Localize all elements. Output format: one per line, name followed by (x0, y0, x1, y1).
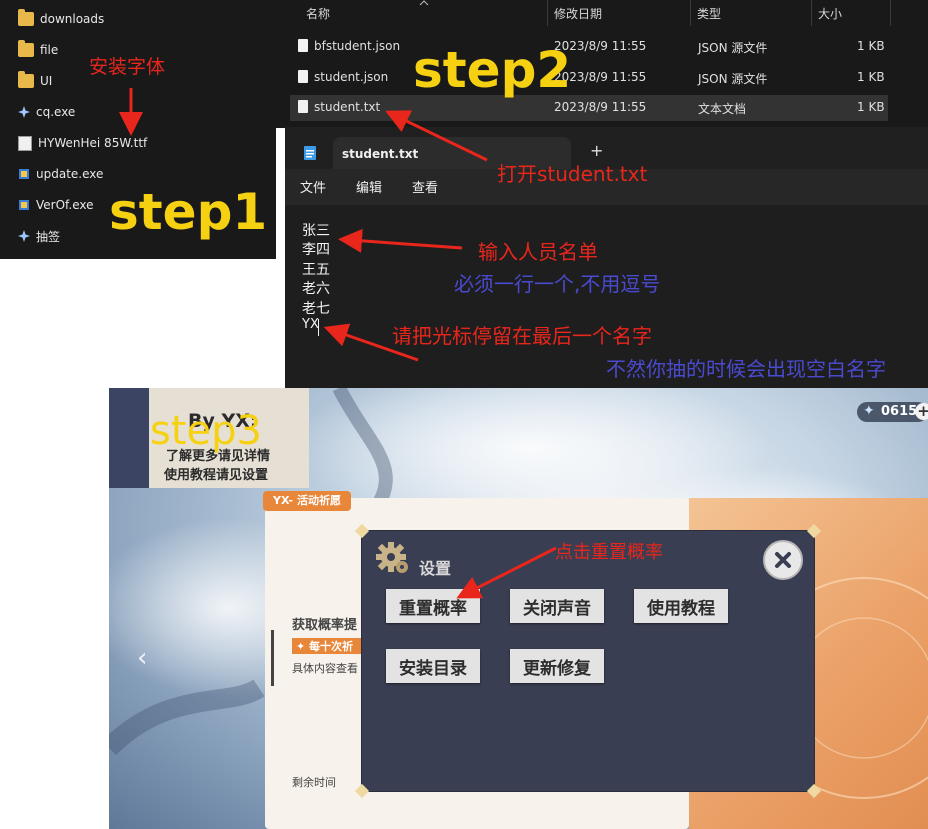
remaining-time-label: 剩余时间 (292, 776, 336, 789)
file-item-update-exe[interactable]: update.exe (18, 163, 103, 185)
file-item-cq-exe[interactable]: cq.exe (18, 101, 75, 123)
file-item-font[interactable]: HYWenHei 85W.ttf (18, 132, 147, 154)
file-item-label: UI (40, 74, 53, 88)
chevron-left-icon[interactable]: ‹ (137, 643, 147, 673)
file-size: 1 KB (857, 100, 885, 114)
settings-title: 设置 (419, 559, 452, 578)
column-header-type[interactable]: 类型 (697, 0, 721, 26)
exe-icon (18, 106, 30, 118)
file-type: 文本文档 (698, 102, 747, 116)
column-header-date[interactable]: 修改日期 (554, 0, 602, 26)
annotation-open-file: 打开student.txt (497, 162, 648, 186)
annotation-install-font: 安装字体 (89, 56, 166, 78)
annotation-enter-names: 输入人员名单 (478, 240, 598, 264)
file-item-label: 抽签 (36, 229, 61, 244)
settings-dialog: 设置 重置概率 关闭声音 使用教程 安装目录 更新修复 (354, 523, 822, 799)
file-type: JSON 源文件 (698, 72, 768, 86)
file-item-label: downloads (40, 12, 105, 26)
new-tab-plus-icon[interactable]: + (590, 143, 603, 159)
primogem-icon: ✦ (863, 403, 875, 419)
banner-detail: 具体内容查看 (292, 662, 358, 675)
annotation-step2: step2 (413, 41, 572, 99)
menu-file[interactable]: 文件 (300, 177, 326, 196)
close-icon (775, 552, 791, 568)
exe-icon (19, 169, 29, 179)
close-button[interactable] (763, 540, 803, 580)
file-name: student.txt (314, 100, 381, 114)
text-cursor (318, 319, 319, 336)
column-header-size[interactable]: 大小 (818, 0, 842, 26)
exe-icon (18, 230, 30, 242)
folder-icon (18, 71, 34, 88)
file-item-label: VerOf.exe (36, 198, 94, 212)
file-item-draw[interactable]: 抽签 (18, 225, 60, 247)
tutorial-button[interactable]: 使用教程 (634, 589, 728, 623)
install-directory-button[interactable]: 安装目录 (386, 649, 480, 683)
font-file-icon (18, 135, 32, 151)
file-item-label: HYWenHei 85W.ttf (38, 136, 148, 150)
annotation-cursor-last: 请把光标停留在最后一个名字 (392, 324, 652, 348)
add-currency-plus-icon[interactable]: + (915, 403, 928, 420)
info-line: 使用教程请见设置 (164, 468, 269, 483)
annotation-else-blank: 不然你抽的时候会出现空白名字 (606, 357, 886, 381)
file-item-file[interactable]: file (18, 39, 58, 61)
game-window: By YX: 了解更多请见详情 使用教程请见设置 step3 ✦ 0615 + … (109, 388, 928, 829)
tab-title: student.txt (342, 147, 419, 161)
column-divider[interactable] (811, 0, 812, 26)
file-item-verof-exe[interactable]: VerOf.exe (18, 194, 94, 216)
mute-sound-button[interactable]: 关闭声音 (510, 589, 604, 623)
banner-badge: ✦ 每十次祈 (292, 638, 366, 654)
column-header-name[interactable]: 名称 (306, 0, 330, 26)
currency-value: 0615 (881, 404, 918, 419)
file-type: JSON 源文件 (698, 41, 768, 55)
sort-chevron-up-icon (419, 0, 429, 6)
update-repair-button[interactable]: 更新修复 (510, 649, 604, 683)
file-item-downloads[interactable]: downloads (18, 8, 104, 30)
menu-edit[interactable]: 编辑 (356, 177, 382, 196)
json-file-icon (298, 70, 308, 83)
annotation-step3: step3 (150, 408, 262, 454)
file-item-label: cq.exe (36, 105, 76, 119)
banner-tag: YX- 活动祈愿 (263, 491, 351, 511)
folder-icon (18, 9, 34, 26)
game-menu-strip (109, 388, 149, 488)
file-item-label: file (40, 43, 59, 57)
file-row-bfstudent-json[interactable]: bfstudent.json 2023/8/9 11:55 JSON 源文件 1… (290, 34, 888, 60)
notepad-app-icon (304, 146, 316, 160)
banner-divider (271, 630, 274, 686)
explorer-file-list: 名称 修改日期 类型 大小 bfstudent.json 2023/8/9 11… (276, 0, 928, 128)
column-divider[interactable] (890, 0, 891, 26)
reset-probability-button[interactable]: 重置概率 (386, 589, 480, 623)
text-line: YX (302, 317, 319, 332)
json-file-icon (298, 39, 308, 52)
file-size: 1 KB (857, 39, 885, 53)
annotation-one-per-line: 必须一行一个,不用逗号 (454, 272, 661, 296)
column-divider[interactable] (690, 0, 691, 26)
file-name: student.json (314, 70, 389, 84)
gear-icon (376, 542, 408, 573)
file-item-label: update.exe (36, 167, 104, 181)
text-line: 老七 (302, 301, 330, 317)
annotation-step1: step1 (109, 183, 268, 241)
file-size: 1 KB (857, 70, 885, 84)
folder-icon (18, 40, 34, 57)
column-divider[interactable] (547, 0, 548, 26)
banner-sub: 获取概率提 (292, 618, 358, 633)
annotation-click-reset: 点击重置概率 (555, 542, 663, 563)
file-item-ui[interactable]: UI (18, 70, 52, 92)
file-row-student-txt[interactable]: student.txt 2023/8/9 11:55 文本文档 1 KB (290, 95, 888, 121)
text-line: 王五 (302, 262, 330, 278)
text-line: 李四 (302, 242, 330, 258)
file-row-student-json[interactable]: student.json 2023/8/9 11:55 JSON 源文件 1 K… (290, 65, 888, 91)
text-line: 张三 (302, 223, 330, 239)
menu-view[interactable]: 查看 (412, 177, 438, 196)
text-file-icon (298, 100, 308, 113)
text-line: 老六 (302, 281, 330, 297)
exe-icon (19, 200, 29, 210)
file-date: 2023/8/9 11:55 (554, 100, 647, 114)
file-name: bfstudent.json (314, 39, 401, 53)
